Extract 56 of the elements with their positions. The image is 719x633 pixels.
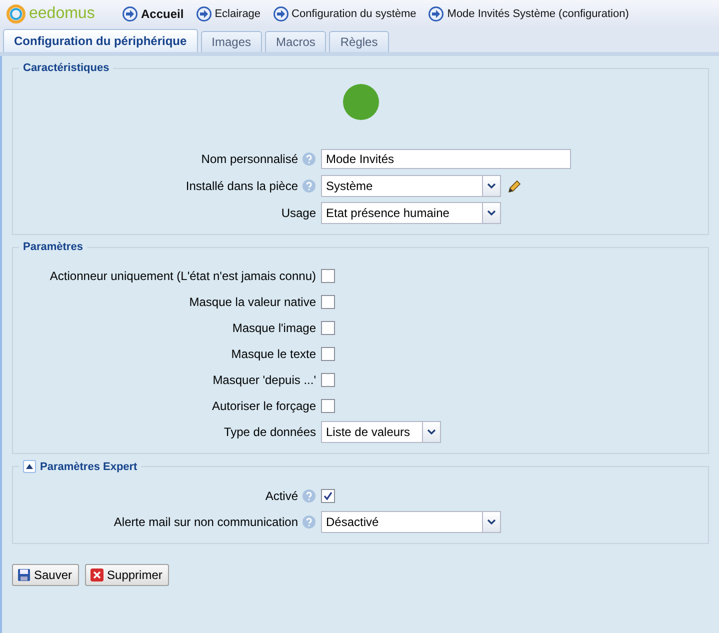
caret-icon xyxy=(487,519,496,525)
checkmark-icon xyxy=(323,491,333,501)
field-label: Activé xyxy=(265,489,298,503)
tab[interactable]: Images xyxy=(200,31,262,52)
delete-button[interactable]: Supprimer xyxy=(85,564,170,586)
help-icon[interactable] xyxy=(302,152,316,166)
checkbox[interactable] xyxy=(321,321,335,335)
logo-text: eedomus xyxy=(29,5,95,23)
text-field[interactable]: Mode Invités xyxy=(321,149,571,169)
caret-icon xyxy=(487,210,496,216)
checkbox[interactable] xyxy=(321,295,335,309)
field-label: Type de données xyxy=(224,425,316,439)
collapse-toggle[interactable] xyxy=(23,460,36,473)
help-icon[interactable] xyxy=(302,489,316,503)
field-label: Masque le texte xyxy=(231,347,316,361)
breadcrumb-link[interactable]: Configuration du système xyxy=(272,6,416,22)
field-label: Nom personnalisé xyxy=(201,152,298,166)
field-label: Alerte mail sur non communication xyxy=(114,515,298,529)
checkbox[interactable] xyxy=(321,373,335,387)
field-label: Masque la valeur native xyxy=(189,295,316,309)
checkbox[interactable] xyxy=(321,269,335,283)
caret-icon xyxy=(427,429,436,435)
arrow-right-icon xyxy=(122,6,138,22)
section-title: Paramètres xyxy=(23,241,83,253)
arrow-right-icon xyxy=(272,6,289,22)
tab[interactable]: Règles xyxy=(329,31,389,52)
save-button[interactable]: Sauver xyxy=(12,564,80,586)
tab[interactable]: Configuration du périphérique xyxy=(3,29,198,52)
field-label: Autoriser le forçage xyxy=(212,399,316,413)
breadcrumb-link[interactable]: Eclairage xyxy=(196,6,261,22)
field-label: Masque l'image xyxy=(232,321,316,335)
dropdown[interactable]: Système xyxy=(321,175,501,197)
help-icon[interactable] xyxy=(302,179,316,193)
tab[interactable]: Macros xyxy=(265,31,326,52)
breadcrumb-link[interactable]: Mode Invités Système (configuration) xyxy=(428,6,629,22)
checkbox[interactable] xyxy=(321,399,335,413)
pencil-icon[interactable] xyxy=(507,178,522,194)
ring-logo-icon xyxy=(6,4,26,24)
checkbox[interactable] xyxy=(321,489,335,503)
dropdown[interactable]: Désactivé xyxy=(321,511,501,533)
field-label: Actionneur uniquement (L'état n'est jamais connu) xyxy=(50,269,316,283)
dropdown[interactable]: Etat présence humaine xyxy=(321,202,501,224)
section-title: Paramètres Expert xyxy=(40,460,138,472)
field-label: Usage xyxy=(281,206,316,220)
caret-icon xyxy=(26,464,33,469)
caret-icon xyxy=(487,183,496,189)
field-label: Installé dans la pièce xyxy=(186,179,298,193)
checkbox[interactable] xyxy=(321,347,335,361)
close-icon xyxy=(90,568,104,582)
dropdown[interactable]: Liste de valeurs xyxy=(321,421,441,443)
arrow-right-icon xyxy=(196,6,212,22)
arrow-right-icon xyxy=(428,6,444,22)
field-label: Masquer 'depuis ...' xyxy=(212,373,316,387)
breadcrumb-link[interactable]: Accueil xyxy=(122,6,184,22)
help-icon[interactable] xyxy=(302,515,316,529)
section-title: Caractéristiques xyxy=(23,62,110,74)
